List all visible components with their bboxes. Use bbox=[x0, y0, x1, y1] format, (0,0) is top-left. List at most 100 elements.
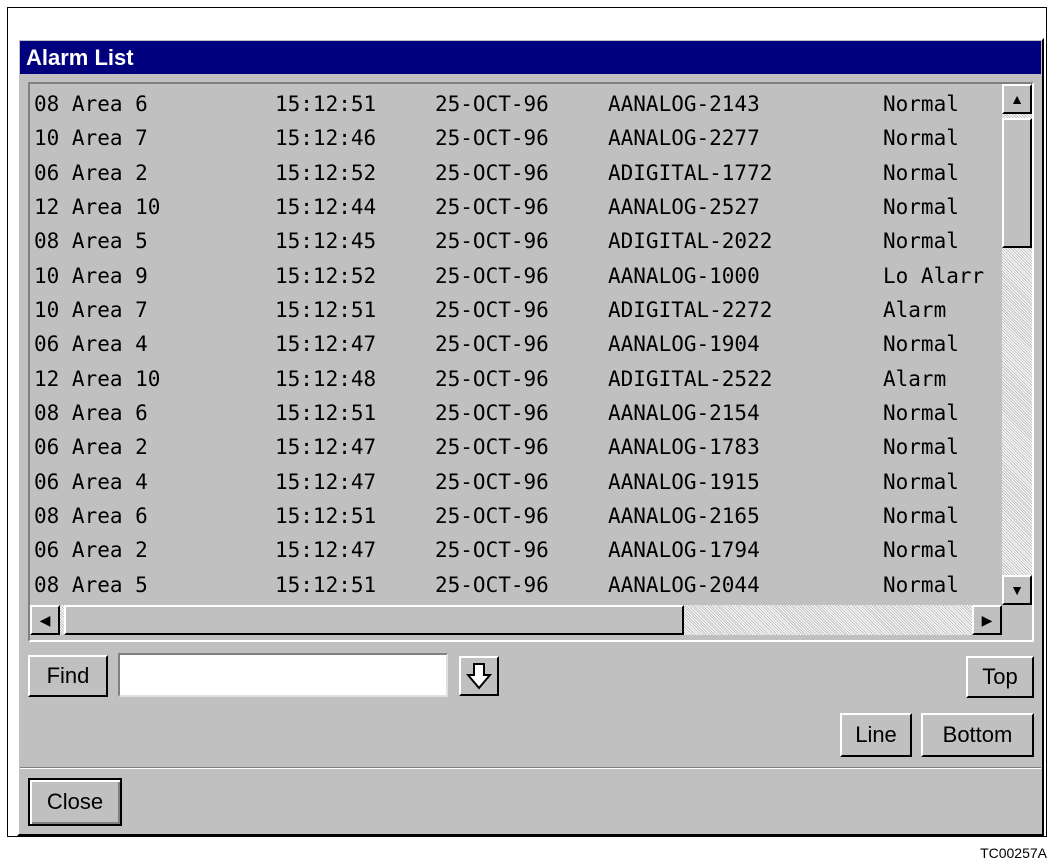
alarm-time: 15:12:52 bbox=[275, 160, 377, 185]
alarm-row[interactable]: 06 Area 2 15:12:47 25-OCT-96 AANALOG-1794 No… bbox=[30, 534, 1002, 568]
alarm-date: 25-OCT-96 bbox=[435, 401, 549, 426]
alarm-tag: AANALOG-2143 bbox=[608, 92, 760, 116]
horizontal-scroll-thumb[interactable] bbox=[64, 605, 684, 635]
alarm-status: Normal bbox=[883, 126, 959, 151]
alarm-row[interactable]: 06 Area 2 15:12:52 25-OCT-96 ADIGITAL-1772 N… bbox=[30, 157, 1002, 191]
alarm-date: 25-OCT-96 bbox=[435, 332, 549, 357]
right-arrow-icon: ▶ bbox=[981, 611, 993, 628]
alarm-area: 06 Area 2 bbox=[34, 538, 148, 563]
alarm-tag: AANALOG-1000 bbox=[608, 263, 760, 288]
alarm-area: 10 Area 9 bbox=[34, 263, 148, 288]
alarm-tag: ADIGITAL-1772 bbox=[608, 160, 773, 185]
alarm-tag: AANALOG-1915 bbox=[608, 469, 760, 494]
alarm-status: Normal bbox=[883, 435, 959, 460]
down-arrow-icon bbox=[466, 663, 492, 690]
alarm-status: Normal bbox=[883, 229, 959, 254]
alarm-status: Normal bbox=[883, 195, 959, 220]
alarm-time: 15:12:51 bbox=[275, 401, 377, 426]
alarm-time: 15:12:46 bbox=[275, 126, 377, 151]
alarm-area: 10 Area 7 bbox=[34, 298, 148, 323]
alarm-row[interactable]: 08 Area 6 15:12:51 25-OCT-96 AANALOG-2143 No… bbox=[30, 88, 1002, 122]
window-title: Alarm List bbox=[20, 41, 1041, 74]
alarm-time: 15:12:51 bbox=[275, 92, 377, 116]
alarm-status: Lo Alarr bbox=[883, 263, 985, 288]
alarm-date: 25-OCT-96 bbox=[435, 126, 549, 151]
alarm-date: 25-OCT-96 bbox=[435, 435, 549, 460]
vertical-scrollbar[interactable]: ▲ ▼ bbox=[1002, 84, 1032, 605]
top-button[interactable]: Top bbox=[966, 656, 1034, 698]
alarm-status: Normal bbox=[883, 332, 959, 357]
alarm-tag: AANALOG-2044 bbox=[608, 572, 760, 597]
alarm-area: 08 Area 6 bbox=[34, 401, 148, 426]
alarm-time: 15:12:52 bbox=[275, 263, 377, 288]
alarm-row[interactable]: 10 Area 9 15:12:52 25-OCT-96 AANALOG-1000 Lo… bbox=[30, 260, 1002, 294]
alarm-date: 25-OCT-96 bbox=[435, 538, 549, 563]
alarm-listbox[interactable]: 08 Area 6 15:12:51 25-OCT-96 AANALOG-2143 No… bbox=[28, 82, 1034, 642]
alarm-row[interactable]: 06 Area 2 15:12:47 25-OCT-96 AANALOG-1783 No… bbox=[30, 431, 1002, 465]
alarm-area: 10 Area 7 bbox=[34, 126, 148, 151]
alarm-status: Normal bbox=[883, 401, 959, 426]
bottom-button[interactable]: Bottom bbox=[921, 713, 1034, 757]
alarm-tag: ADIGITAL-2272 bbox=[608, 298, 773, 323]
line-button[interactable]: Line bbox=[840, 713, 912, 757]
find-next-button[interactable] bbox=[459, 656, 499, 696]
alarm-tag: AANALOG-1783 bbox=[608, 435, 760, 460]
alarm-time: 15:12:45 bbox=[275, 229, 377, 254]
alarm-time: 15:12:51 bbox=[275, 504, 377, 529]
scroll-left-button[interactable]: ◀ bbox=[30, 605, 60, 635]
alarm-area: 12 Area 10 bbox=[34, 366, 161, 391]
alarm-row[interactable]: 08 Area 5 15:12:51 25-OCT-96 AANALOG-2044 No… bbox=[30, 569, 1002, 603]
alarm-tag: AANALOG-2154 bbox=[608, 401, 760, 426]
alarm-date: 25-OCT-96 bbox=[435, 195, 549, 220]
up-arrow-icon: ▲ bbox=[1010, 91, 1024, 107]
alarm-tag: ADIGITAL-2522 bbox=[608, 366, 773, 391]
scroll-up-button[interactable]: ▲ bbox=[1002, 84, 1032, 114]
alarm-row[interactable]: 10 Area 7 15:12:46 25-OCT-96 AANALOG-2277 No… bbox=[30, 122, 1002, 156]
alarm-date: 25-OCT-96 bbox=[435, 263, 549, 288]
find-button[interactable]: Find bbox=[28, 655, 108, 697]
alarm-rows: 08 Area 6 15:12:51 25-OCT-96 AANALOG-2143 No… bbox=[30, 88, 1002, 603]
alarm-area: 08 Area 6 bbox=[34, 504, 148, 529]
alarm-area: 06 Area 4 bbox=[34, 469, 148, 494]
alarm-date: 25-OCT-96 bbox=[435, 229, 549, 254]
alarm-area: 06 Area 2 bbox=[34, 160, 148, 185]
alarm-tag: AANALOG-2277 bbox=[608, 126, 760, 151]
scrollbar-corner bbox=[1002, 605, 1032, 635]
close-button[interactable]: Close bbox=[28, 778, 122, 826]
alarm-date: 25-OCT-96 bbox=[435, 298, 549, 323]
alarm-row[interactable]: 10 Area 7 15:12:51 25-OCT-96 ADIGITAL-2272 A… bbox=[30, 294, 1002, 328]
alarm-area: 06 Area 4 bbox=[34, 332, 148, 357]
alarm-row[interactable]: 08 Area 5 15:12:45 25-OCT-96 ADIGITAL-2022 N… bbox=[30, 225, 1002, 259]
scroll-right-button[interactable]: ▶ bbox=[972, 605, 1002, 635]
find-input[interactable] bbox=[118, 653, 448, 697]
alarm-time: 15:12:47 bbox=[275, 332, 377, 357]
alarm-status: Normal bbox=[883, 504, 959, 529]
alarm-area: 08 Area 6 bbox=[34, 92, 148, 116]
alarm-status: Normal bbox=[883, 469, 959, 494]
scroll-down-button[interactable]: ▼ bbox=[1002, 575, 1032, 605]
alarm-status: Normal bbox=[883, 160, 959, 185]
alarm-time: 15:12:48 bbox=[275, 366, 377, 391]
alarm-date: 25-OCT-96 bbox=[435, 504, 549, 529]
alarm-row[interactable]: 08 Area 6 15:12:51 25-OCT-96 AANALOG-2154 No… bbox=[30, 397, 1002, 431]
alarm-row[interactable]: 12 Area 10 15:12:44 25-OCT-96 AANALOG-2527 N… bbox=[30, 191, 1002, 225]
alarm-date: 25-OCT-96 bbox=[435, 469, 549, 494]
alarm-area: 12 Area 10 bbox=[34, 195, 161, 220]
horizontal-scrollbar[interactable]: ◀ ▶ bbox=[30, 605, 1002, 635]
alarm-row[interactable]: 08 Area 6 15:12:51 25-OCT-96 AANALOG-2165 No… bbox=[30, 500, 1002, 534]
alarm-row[interactable]: 06 Area 4 15:12:47 25-OCT-96 AANALOG-1904 No… bbox=[30, 328, 1002, 362]
alarm-area: 08 Area 5 bbox=[34, 229, 148, 254]
alarm-row[interactable]: 12 Area 10 15:12:48 25-OCT-96 ADIGITAL-2522… bbox=[30, 363, 1002, 397]
alarm-tag: AANALOG-2527 bbox=[608, 195, 760, 220]
alarm-time: 15:12:47 bbox=[275, 469, 377, 494]
alarm-status: Normal bbox=[883, 92, 959, 116]
vertical-scroll-thumb[interactable] bbox=[1002, 118, 1032, 248]
alarm-status: Normal bbox=[883, 538, 959, 563]
left-arrow-icon: ◀ bbox=[39, 611, 51, 628]
down-arrow-icon: ▼ bbox=[1010, 582, 1024, 598]
alarm-status: Alarm bbox=[883, 366, 947, 391]
alarm-row[interactable]: 06 Area 4 15:12:47 25-OCT-96 AANALOG-1915 No… bbox=[30, 466, 1002, 500]
alarm-tag: AANALOG-2165 bbox=[608, 504, 760, 529]
alarm-date: 25-OCT-96 bbox=[435, 92, 549, 116]
alarm-tag: AANALOG-1904 bbox=[608, 332, 760, 357]
